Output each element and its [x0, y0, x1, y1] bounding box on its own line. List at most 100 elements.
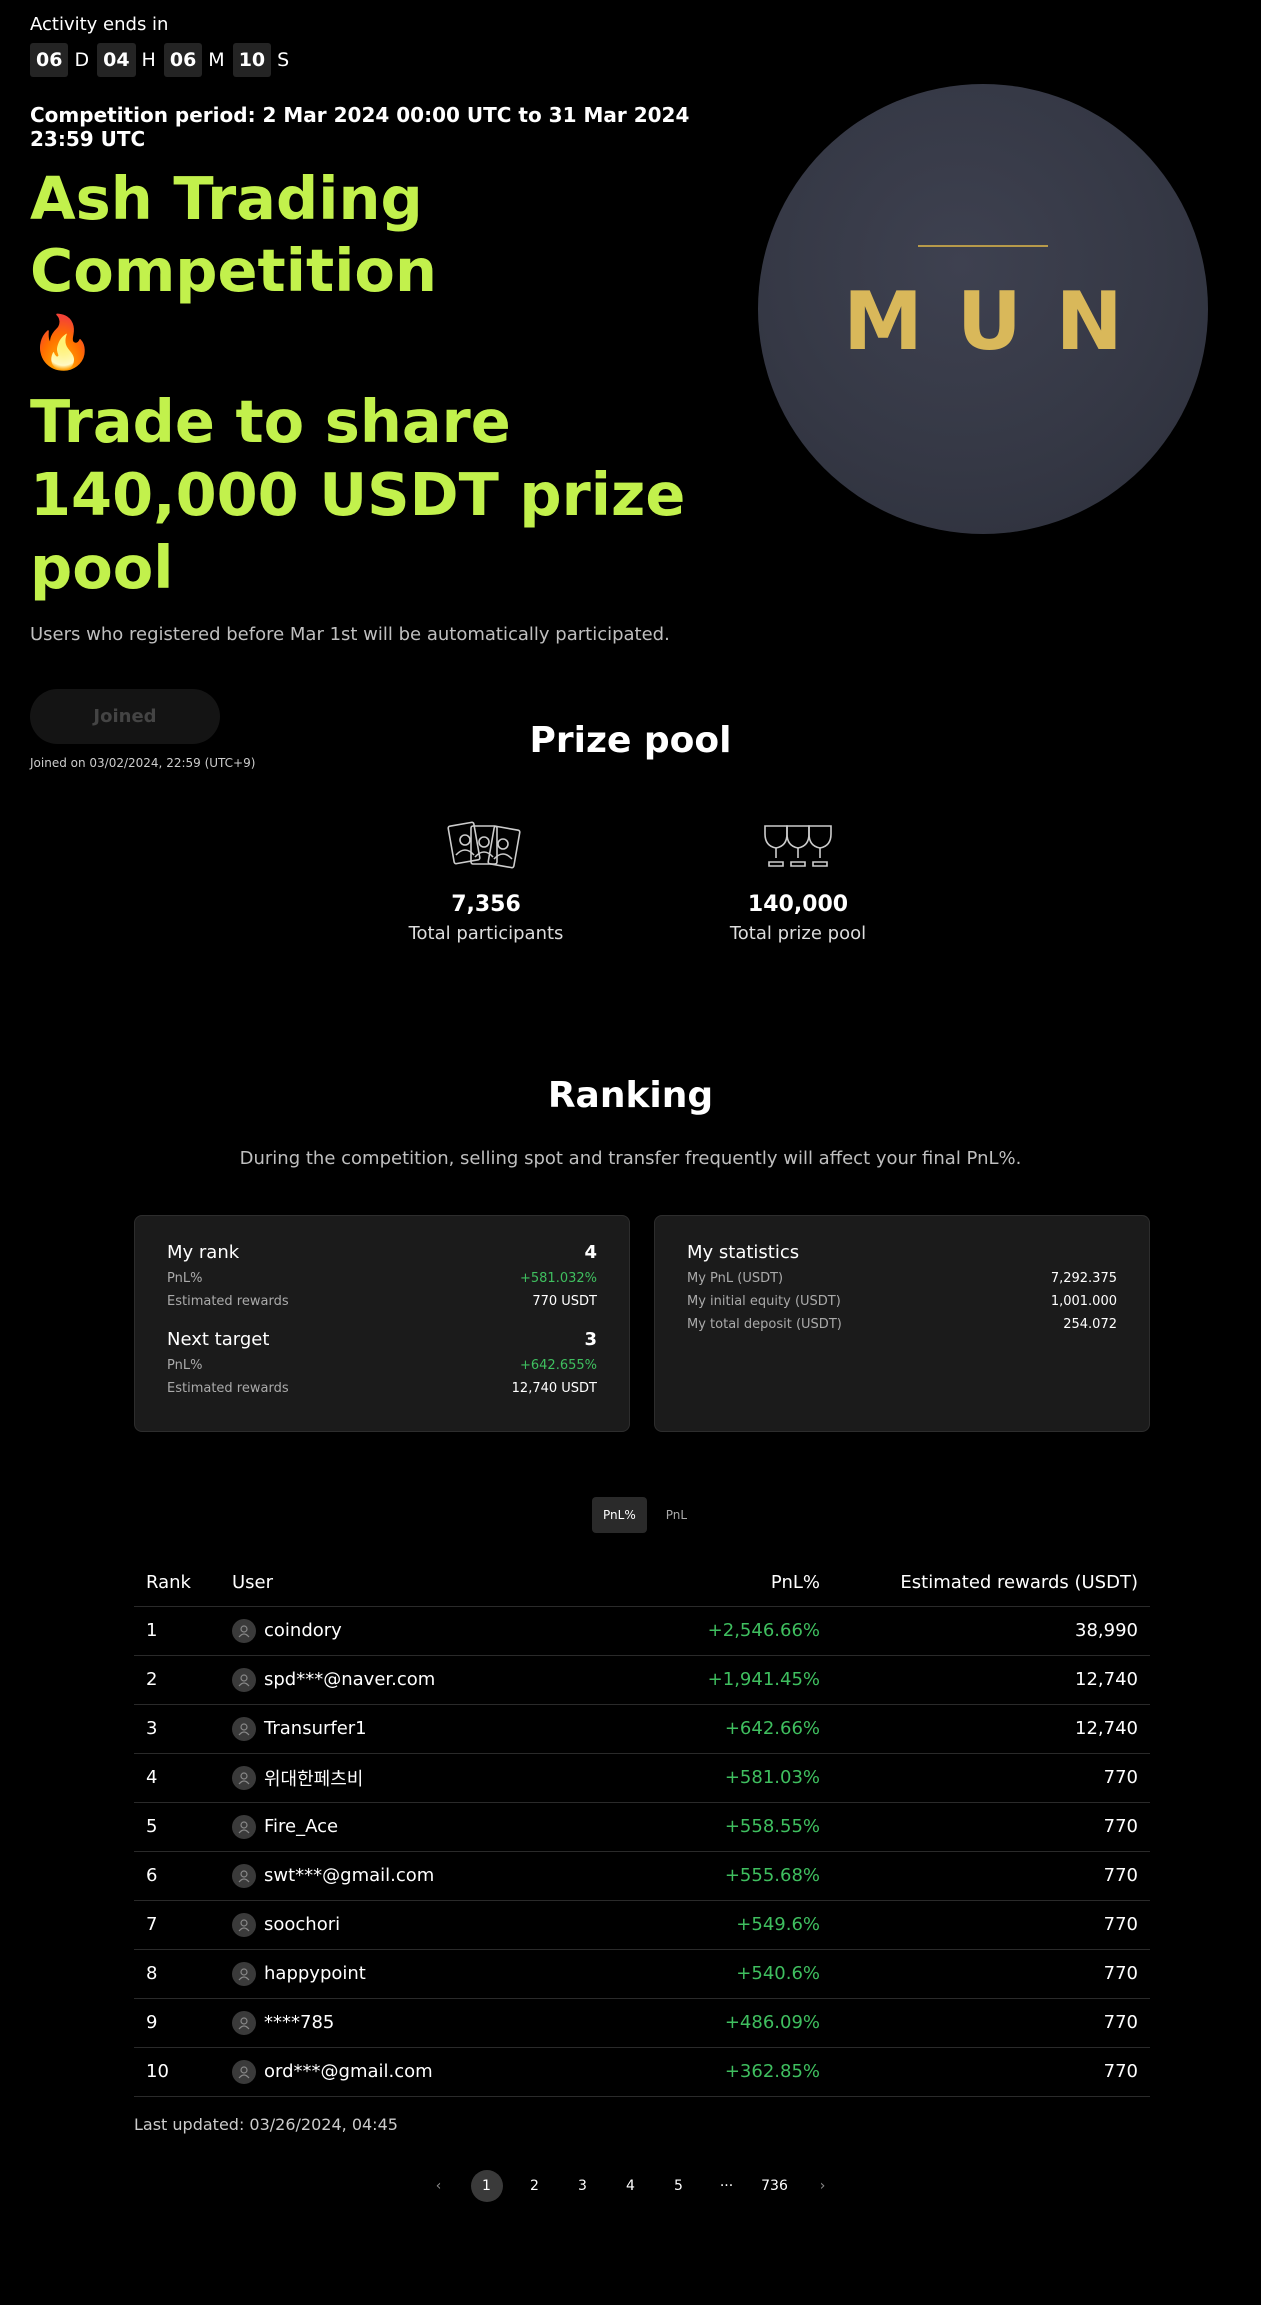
next-target-value: 3 [584, 1329, 597, 1350]
column-user: User [232, 1560, 620, 1607]
table-row: 2 spd***@naver.com +1,941.45% 12,740 [134, 1655, 1150, 1705]
rank-cell: 8 [134, 1949, 232, 1999]
next-target-pnl-value: +642.655% [519, 1358, 597, 1373]
tab-pnl[interactable]: PnL [655, 1497, 698, 1533]
mun-token-logo: MUN [758, 84, 1208, 534]
next-target-pnl-row: PnL% +642.655% [167, 1358, 597, 1373]
prize-pool-value: 140,000 [747, 892, 849, 917]
flame-icon: 🔥 [30, 313, 95, 373]
logo-divider [918, 244, 1048, 247]
my-statistics-header: My statistics [687, 1242, 1117, 1263]
user-name: Fire_Ace [264, 1816, 339, 1837]
table-row: 9 ****785 +486.09% 770 [134, 1998, 1150, 2048]
user-name: Transurfer1 [264, 1718, 367, 1739]
my-statistics-card: My statistics My PnL (USDT) 7,292.375 My… [654, 1215, 1150, 1432]
table-row: 10 ord***@gmail.com +362.85% 770 [134, 2047, 1150, 2097]
ranking-description: During the competition, selling spot and… [239, 1148, 1022, 1169]
pnl-cell: +486.09% [620, 1998, 820, 2048]
prize-pool-stat: 140,000 Total prize pool [688, 820, 908, 944]
user-cell: 위대한페츠비 [232, 1753, 620, 1803]
pagination: ‹ 1 2 3 4 5 ··· 736 › [0, 2170, 1261, 2202]
table-row: 1 coindory +2,546.66% 38,990 [134, 1606, 1150, 1656]
rewards-cell: 770 [820, 2047, 1150, 2097]
user-name: happypoint [264, 1963, 366, 1984]
user-avatar-icon [232, 1765, 256, 1790]
user-name: coindory [264, 1620, 342, 1641]
table-row: 7 soochori +549.6% 770 [134, 1900, 1150, 1950]
stat-deposit-label: My total deposit (USDT) [687, 1317, 842, 1332]
table-row: 6 swt***@gmail.com +555.68% 770 [134, 1851, 1150, 1901]
user-avatar-icon [232, 1667, 256, 1692]
participants-label: Total participants [408, 923, 564, 944]
page-1[interactable]: 1 [470, 2170, 503, 2202]
activity-ends-label: Activity ends in [30, 14, 169, 35]
my-rank-rewards-value: 770 USDT [532, 1294, 597, 1309]
countdown-seconds-unit: S [277, 49, 290, 71]
prev-page-icon[interactable]: ‹ [423, 2170, 455, 2202]
user-avatar-icon [232, 1961, 256, 1986]
user-avatar-icon [232, 2059, 256, 2084]
user-cell: Transurfer1 [232, 1704, 620, 1754]
user-name: spd***@naver.com [264, 1669, 436, 1690]
ranking-metric-toggle: PnL% PnL [592, 1497, 698, 1533]
my-rank-pnl-value: +581.032% [519, 1271, 597, 1286]
pnl-cell: +2,546.66% [620, 1606, 820, 1656]
user-cell: ****785 [232, 1998, 620, 2048]
user-name: ****785 [264, 2012, 335, 2033]
next-target-label: Next target [167, 1329, 270, 1350]
my-rank-header: My rank 4 [167, 1242, 597, 1263]
user-cell: ord***@gmail.com [232, 2047, 620, 2097]
prize-pool-label: Total prize pool [729, 923, 867, 944]
table-header-row: Rank User PnL% Estimated rewards (USDT) [134, 1560, 1150, 1607]
my-statistics-label: My statistics [687, 1242, 800, 1263]
tab-pnl-percent[interactable]: PnL% [592, 1497, 647, 1533]
rank-cell: 2 [134, 1655, 232, 1705]
stat-equity-label: My initial equity (USDT) [687, 1294, 841, 1309]
user-name: 위대한페츠비 [264, 1768, 364, 1790]
rewards-cell: 770 [820, 1851, 1150, 1901]
countdown-timer: 06 D 04 H 06 M 10 S [30, 43, 730, 77]
table-row: 4 위대한페츠비 +581.03% 770 [134, 1753, 1150, 1803]
page-4[interactable]: 4 [615, 2170, 647, 2202]
my-rank-value: 4 [584, 1242, 597, 1263]
my-rank-label: My rank [167, 1242, 240, 1263]
page-2[interactable]: 2 [519, 2170, 551, 2202]
countdown-hours-unit: H [141, 49, 156, 71]
next-target-header: Next target 3 [167, 1329, 597, 1350]
participants-stat: 7,356 Total participants [376, 820, 596, 944]
table-row: 3 Transurfer1 +642.66% 12,740 [134, 1704, 1150, 1754]
page-3[interactable]: 3 [567, 2170, 599, 2202]
last-updated: Last updated: 03/26/2024, 04:45 [134, 2115, 398, 2134]
page-5[interactable]: 5 [663, 2170, 695, 2202]
pnl-cell: +558.55% [620, 1802, 820, 1852]
user-name: soochori [264, 1914, 341, 1935]
next-target-rewards-label: Estimated rewards [167, 1381, 289, 1396]
user-avatar-icon [232, 1716, 256, 1741]
my-rank-rewards-row: Estimated rewards 770 USDT [167, 1294, 597, 1309]
next-page-icon[interactable]: › [807, 2170, 839, 2202]
countdown-days: 06 [30, 43, 69, 77]
rank-cell: 9 [134, 1998, 232, 2048]
rewards-cell: 770 [820, 1802, 1150, 1852]
page-ellipsis[interactable]: ··· [711, 2170, 743, 2202]
user-cell: Fire_Ace [232, 1802, 620, 1852]
column-rewards: Estimated rewards (USDT) [820, 1560, 1150, 1607]
page-736[interactable]: 736 [759, 2170, 791, 2202]
rewards-cell: 770 [820, 1753, 1150, 1803]
pnl-cell: +581.03% [620, 1753, 820, 1803]
rank-cell: 1 [134, 1606, 232, 1656]
countdown-days-unit: D [74, 49, 90, 71]
rewards-cell: 12,740 [820, 1655, 1150, 1705]
user-cell: soochori [232, 1900, 620, 1950]
rank-cell: 7 [134, 1900, 232, 1950]
user-cell: spd***@naver.com [232, 1655, 620, 1705]
rank-cell: 3 [134, 1704, 232, 1754]
pnl-cell: +362.85% [620, 2047, 820, 2097]
stat-equity-row: My initial equity (USDT) 1,001.000 [687, 1294, 1117, 1309]
countdown-seconds: 10 [232, 43, 272, 77]
stat-deposit-row: My total deposit (USDT) 254.072 [687, 1317, 1117, 1332]
logo-text: MUN [843, 274, 1157, 368]
ranking-table: Rank User PnL% Estimated rewards (USDT) … [134, 1560, 1150, 2097]
user-avatar-icon [232, 1912, 256, 1937]
pnl-cell: +642.66% [620, 1704, 820, 1754]
